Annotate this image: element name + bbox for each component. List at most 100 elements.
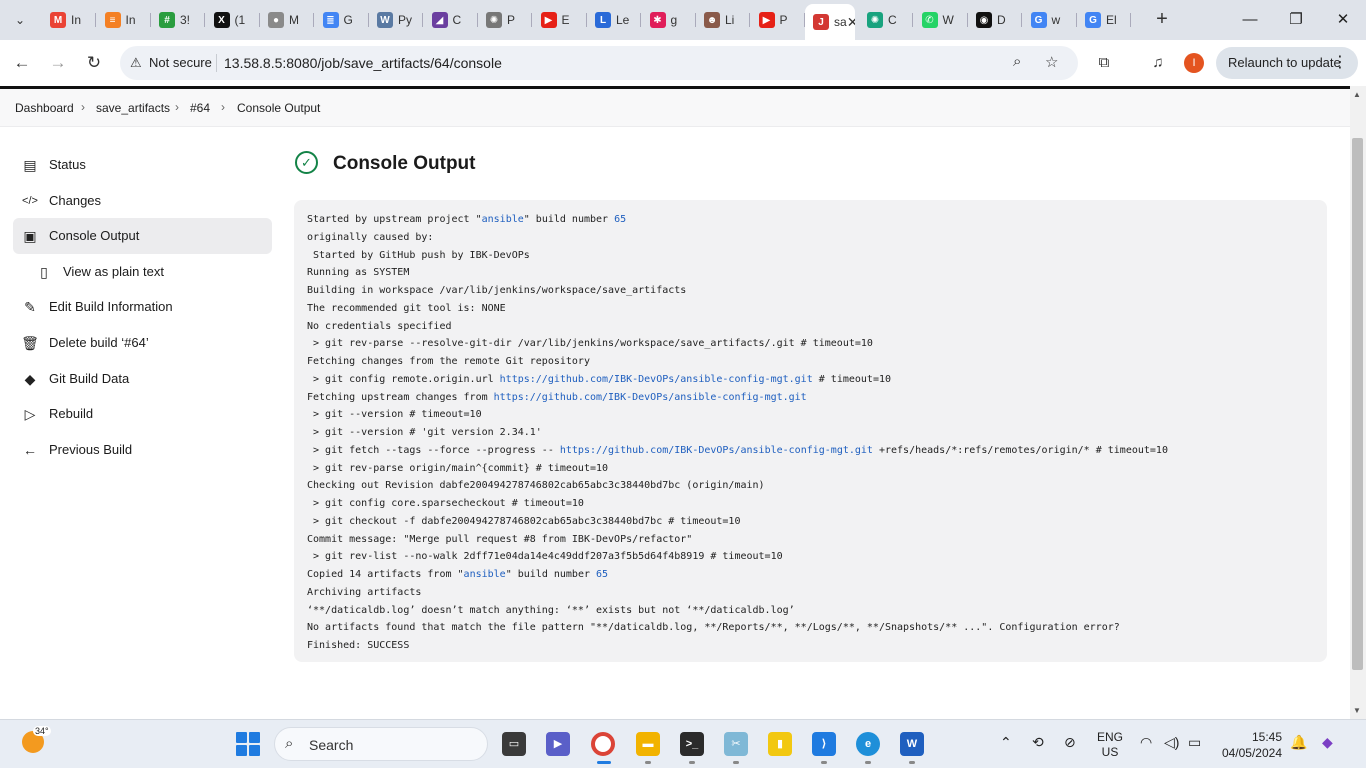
sidebar-item-delete-build-64[interactable]: 🗑 Delete build ‘#64’	[13, 325, 272, 361]
browser-tab[interactable]: ◉ D	[968, 6, 1022, 34]
notifications-bell-icon[interactable]: 🔔	[1290, 734, 1307, 751]
chevron-down-icon: ⌄	[14, 13, 26, 27]
zoom-icon[interactable]: ⌕	[1013, 53, 1021, 70]
do-not-disturb-icon[interactable]: ⊘	[1064, 734, 1076, 751]
tab-title: G	[343, 13, 353, 27]
sidebar-item-previous-build[interactable]: ← Previous Build	[13, 432, 272, 468]
chrome-icon[interactable]	[591, 732, 615, 756]
sidebar-item-changes[interactable]: </> Changes	[13, 183, 272, 219]
console-text: The recommended git tool is: NONE	[307, 302, 506, 314]
success-check-icon: ✓	[295, 151, 318, 174]
browser-tab[interactable]: ▶ E	[533, 6, 587, 34]
relaunch-button[interactable]: Relaunch to update ⋮	[1216, 47, 1358, 79]
minimize-button[interactable]: —	[1238, 8, 1262, 32]
browser-tab[interactable]: ▶ P	[751, 6, 805, 34]
console-line: No credentials specified	[307, 318, 1314, 336]
console-line: Fetching upstream changes from https://g…	[307, 389, 1314, 407]
console-link[interactable]: ansible	[464, 569, 506, 580]
reload-button[interactable]: ↻	[82, 51, 106, 75]
meet-icon[interactable]: ▶	[546, 732, 570, 756]
taskbar-search[interactable]: ⌕ Search	[274, 727, 488, 761]
volume-icon[interactable]: ◁)	[1164, 734, 1179, 751]
hashnode-icon: #	[159, 12, 175, 28]
browser-tab[interactable]: ≣ G	[315, 6, 369, 34]
scrollbar-thumb[interactable]	[1352, 138, 1363, 670]
close-window-button[interactable]: ✕	[1331, 8, 1355, 32]
console-text: > git rev-parse --resolve-git-dir /var/l…	[307, 338, 873, 350]
sidebar-item-rebuild[interactable]: ▷ Rebuild	[13, 396, 272, 432]
breadcrumb-job[interactable]: save_artifacts	[96, 101, 170, 115]
profile-avatar[interactable]: I	[1184, 53, 1204, 73]
terminal-icon[interactable]: >_	[680, 732, 704, 756]
browser-tab[interactable]: ≡ In	[97, 6, 151, 34]
close-tab-icon[interactable]: ✕	[847, 14, 855, 31]
browser-tab[interactable]: ✺ P	[478, 6, 532, 34]
console-link[interactable]: 65	[596, 569, 608, 580]
scroll-up-icon[interactable]: ▲	[1353, 90, 1361, 99]
not-secure-label[interactable]: Not secure	[149, 55, 212, 70]
console-link[interactable]: ansible	[482, 214, 524, 225]
tab-search-button[interactable]: ⌄	[8, 8, 32, 32]
browser-tab[interactable]: Gw	[1023, 6, 1077, 34]
browser-tab[interactable]: Jsa ✕	[805, 4, 855, 40]
browser-tab[interactable]: #3!	[151, 6, 205, 34]
console-link[interactable]: https://github.com/IBK-DevOPs/ansible-co…	[500, 374, 813, 385]
browser-tab[interactable]: ✱ g	[642, 6, 696, 34]
battery-icon[interactable]: ▭	[1188, 734, 1201, 751]
wordpress-icon: W	[377, 12, 393, 28]
breadcrumb: Dashboard › save_artifacts › #64 › Conso…	[0, 89, 1350, 127]
language-indicator[interactable]: ENG US	[1097, 730, 1123, 760]
browser-tab[interactable]: X (1	[206, 6, 260, 34]
chevron-up-icon[interactable]: ⌃	[1000, 734, 1012, 751]
scroll-down-icon[interactable]: ▼	[1353, 706, 1361, 715]
console-link[interactable]: 65	[614, 214, 626, 225]
breadcrumb-console[interactable]: Console Output	[237, 101, 320, 115]
task-view-icon[interactable]: ▭	[502, 732, 526, 756]
browser-tab[interactable]: G El	[1077, 6, 1131, 34]
word-icon[interactable]: W	[900, 732, 924, 756]
trash-icon: 🗑	[21, 334, 39, 351]
power-bi-icon[interactable]: ▮	[768, 732, 792, 756]
course-icon: ◢	[431, 12, 448, 28]
copilot-icon[interactable]: ◆	[1322, 734, 1333, 751]
sidebar-item-git-build-data[interactable]: ◆ Git Build Data	[13, 361, 272, 397]
breadcrumb-dashboard[interactable]: Dashboard	[15, 101, 74, 115]
browser-tab[interactable]: ● M	[260, 6, 314, 34]
chevron-right-icon: ›	[81, 100, 85, 114]
breadcrumb-build[interactable]: #64	[190, 101, 210, 115]
side-panel: ▤ Status </> Changes ▣ Console Output ▯ View as…	[13, 147, 272, 467]
start-button[interactable]	[236, 732, 260, 756]
new-tab-button[interactable]: +	[1150, 8, 1174, 32]
edge-icon[interactable]: e	[856, 732, 880, 756]
browser-tab[interactable]: ◢ C	[424, 6, 478, 34]
maximize-button[interactable]: ❐	[1284, 8, 1308, 32]
url-text[interactable]: 13.58.8.5:8080/job/save_artifacts/64/con…	[224, 55, 502, 71]
forward-button[interactable]: →	[46, 51, 70, 75]
browser-tab[interactable]: ✺ C	[859, 6, 913, 34]
browser-tab[interactable]: ☻ Li	[696, 6, 750, 34]
vscode-icon[interactable]: ⟩	[812, 732, 836, 756]
sync-icon[interactable]: ⟲	[1032, 734, 1044, 751]
back-button[interactable]: ←	[10, 51, 34, 75]
browser-tab[interactable]: M In	[42, 6, 96, 34]
browser-tab[interactable]: ✆ W	[914, 6, 968, 34]
media-controls-icon[interactable]: ♫	[1146, 51, 1170, 75]
console-link[interactable]: https://github.com/IBK-DevOPs/ansible-co…	[494, 392, 807, 403]
console-link[interactable]: https://github.com/IBK-DevOPs/ansible-co…	[560, 445, 873, 456]
sidebar-item-status[interactable]: ▤ Status	[13, 147, 272, 183]
file-explorer-icon[interactable]: ▬	[636, 732, 660, 756]
sidebar-item-console-output[interactable]: ▣ Console Output	[13, 218, 272, 254]
chevron-right-icon: ›	[221, 100, 225, 114]
sidebar-item-edit-build-information[interactable]: ✎ Edit Build Information	[13, 289, 272, 325]
address-bar[interactable]: ⚠ Not secure 13.58.8.5:8080/job/save_art…	[120, 46, 1078, 80]
console-text: > git rev-list --no-walk 2dff71e04da14e4…	[307, 551, 783, 563]
snipping-tool-icon[interactable]: ✂	[724, 732, 748, 756]
gmail-icon: M	[50, 12, 66, 28]
bookmark-star-icon[interactable]: ☆	[1045, 53, 1058, 71]
browser-tab[interactable]: W Py	[369, 6, 423, 34]
browser-tab[interactable]: L Le	[587, 6, 641, 34]
clock[interactable]: 15:45 04/05/2024	[1218, 729, 1282, 761]
extensions-icon[interactable]: ⧉	[1092, 51, 1116, 75]
sidebar-item-view-as-plain-text[interactable]: ▯ View as plain text	[13, 254, 272, 290]
wifi-icon[interactable]: ◠	[1140, 734, 1152, 751]
